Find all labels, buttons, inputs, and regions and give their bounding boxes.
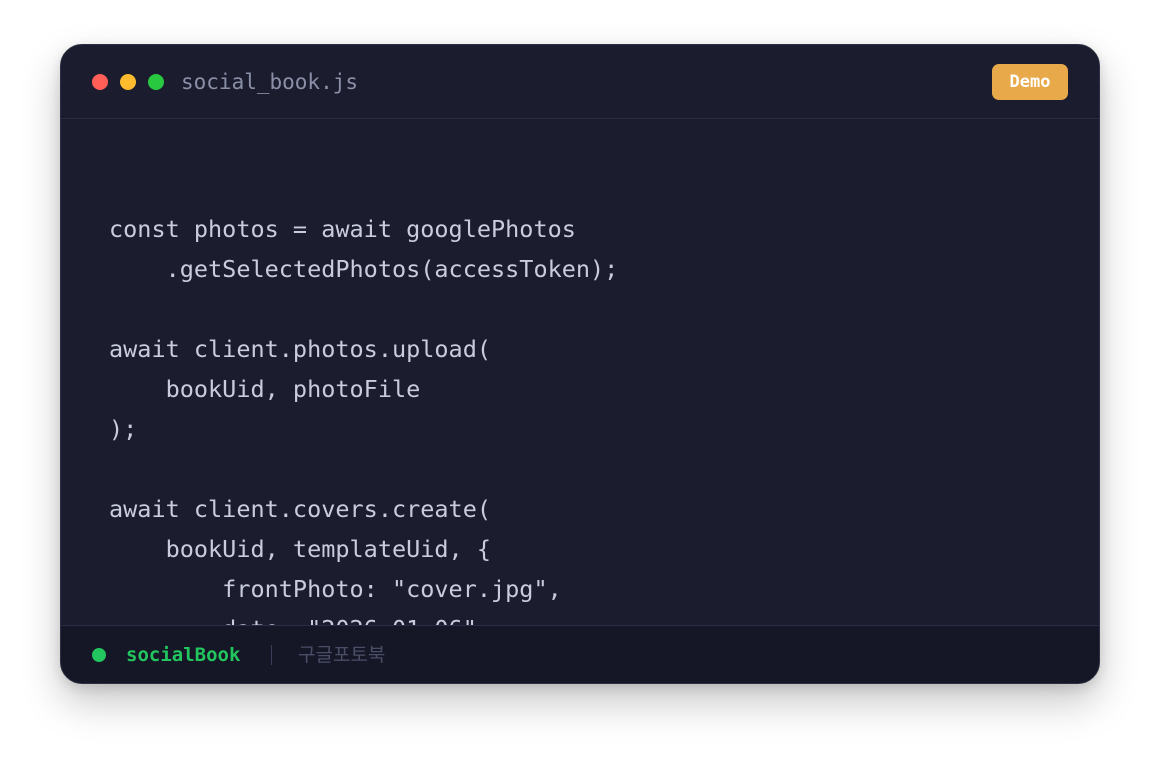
maximize-window-button[interactable] [148,74,164,90]
title-bar: social_book.js Demo [61,45,1099,119]
minimize-window-button[interactable] [120,74,136,90]
status-label: socialBook [126,644,241,666]
code-line: await client.covers.create( [109,495,492,523]
code-editor[interactable]: const photos = await googlePhotos .getSe… [109,169,1069,627]
status-sub-label: 구글포토북 [298,644,386,666]
code-line: ); [109,415,138,443]
code-line: await client.photos.upload( [109,335,492,363]
code-line: const photos = await googlePhotos [109,215,576,243]
code-line: bookUid, photoFile [109,375,421,403]
code-window: social_book.js Demo const photos = await… [60,44,1100,684]
code-line: bookUid, templateUid, { [109,535,492,563]
close-window-button[interactable] [92,74,108,90]
code-line: frontPhoto: "cover.jpg", [109,575,562,603]
code-line: .getSelectedPhotos(accessToken); [109,255,619,283]
status-indicator-dot [92,648,106,662]
status-bar: socialBook 구글포토북 [61,625,1099,683]
status-divider [271,645,272,665]
file-name: social_book.js [181,70,359,94]
demo-badge-button[interactable]: Demo [992,64,1068,100]
